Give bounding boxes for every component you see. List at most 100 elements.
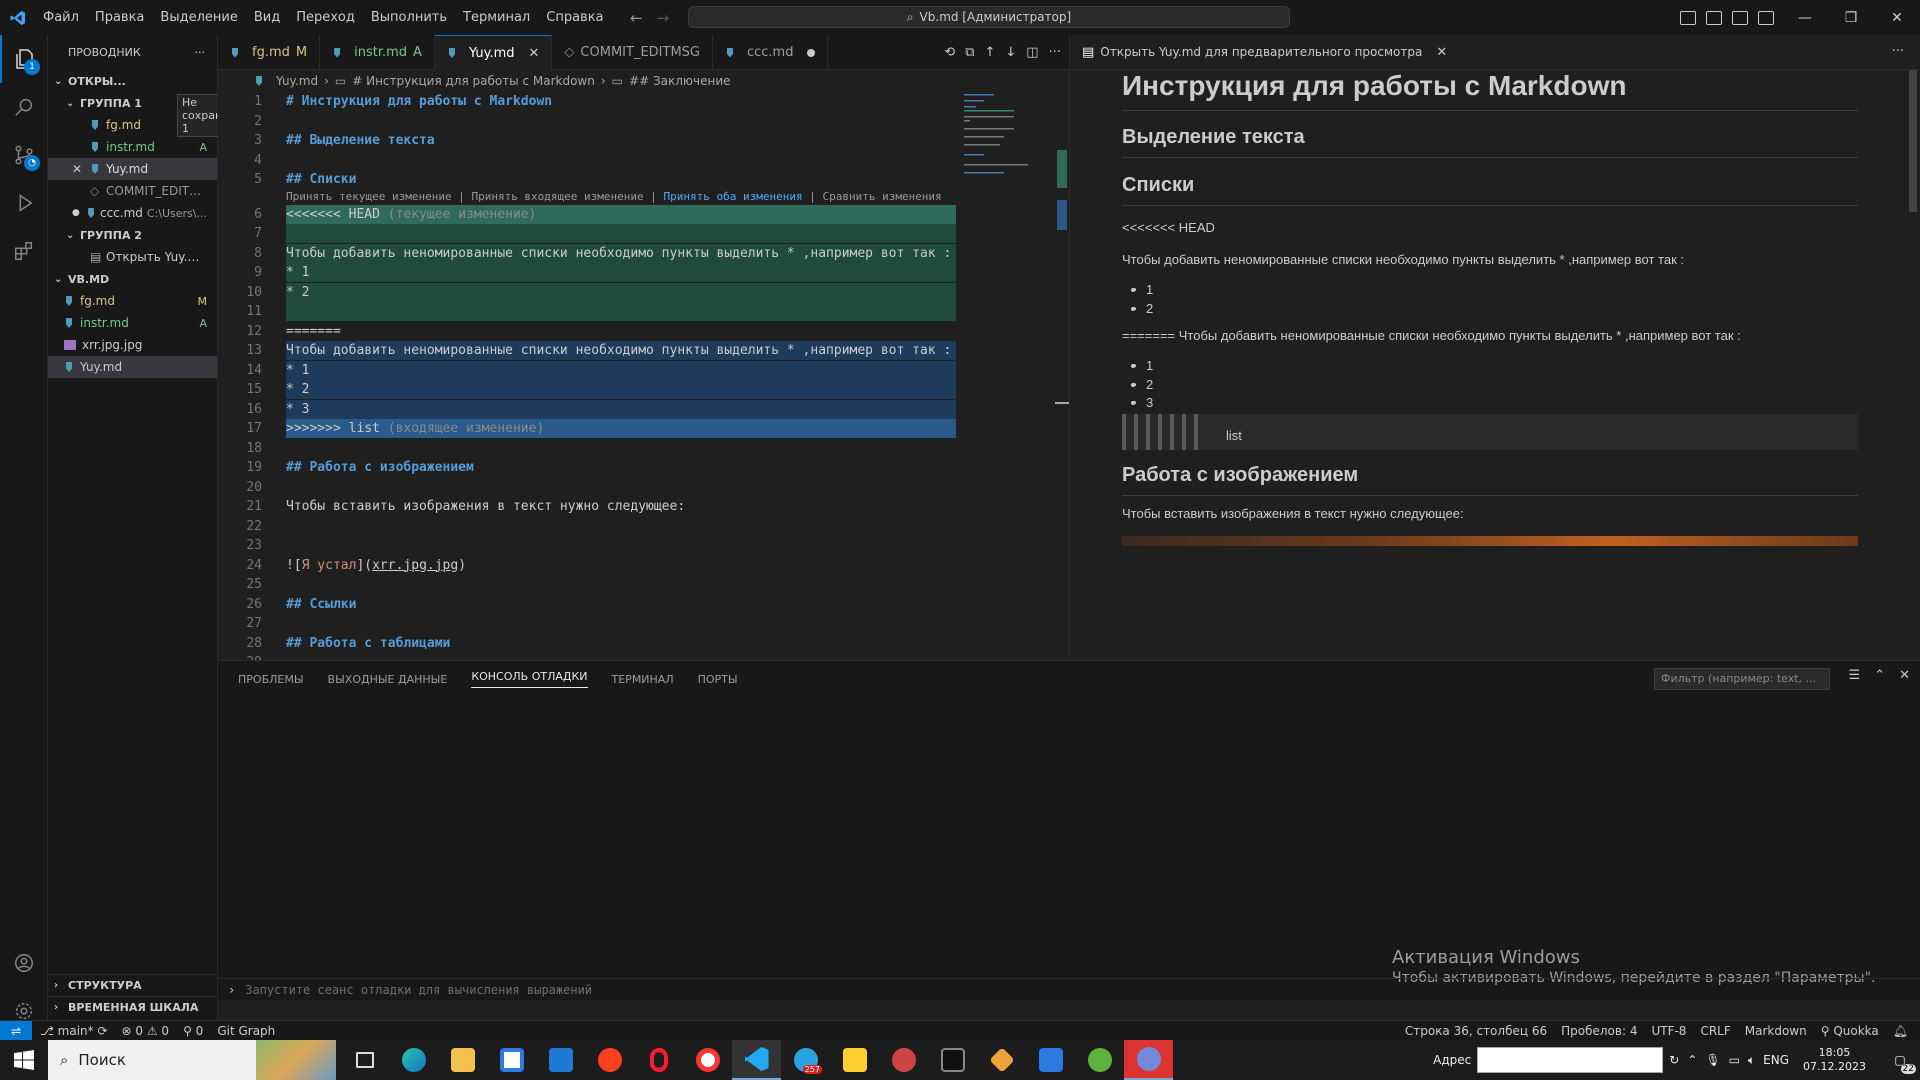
miro-icon[interactable] bbox=[830, 1040, 879, 1080]
utorrent-icon[interactable] bbox=[1075, 1040, 1124, 1080]
file-tree-item[interactable]: Yuy.md bbox=[48, 356, 217, 378]
breadcrumb-h2[interactable]: ## Заключение bbox=[629, 74, 731, 88]
indentation[interactable]: Пробелов: 4 bbox=[1561, 1024, 1637, 1038]
close-panel-icon[interactable]: ✕ bbox=[1899, 668, 1910, 683]
store-icon[interactable] bbox=[487, 1040, 536, 1080]
app-icon[interactable] bbox=[879, 1040, 928, 1080]
toggle-secondary-sidebar-icon[interactable] bbox=[1732, 10, 1748, 25]
menu-help[interactable]: Справка bbox=[538, 0, 611, 35]
menu-file[interactable]: Файл bbox=[35, 0, 87, 35]
tab-output[interactable]: ВЫХОДНЫЕ ДАННЫЕ bbox=[328, 673, 448, 686]
file-tree-item[interactable]: fg.md M bbox=[48, 290, 217, 312]
customize-layout-icon[interactable] bbox=[1758, 10, 1774, 25]
run-debug-icon[interactable] bbox=[0, 179, 48, 227]
terminal-icon[interactable] bbox=[928, 1040, 977, 1080]
close-window-icon[interactable]: ✕ bbox=[1874, 0, 1920, 35]
search-view-icon[interactable] bbox=[0, 83, 48, 131]
codelens-accept-both[interactable]: Принять оба изменения bbox=[664, 190, 803, 203]
forward-arrow-icon[interactable]: → bbox=[657, 9, 670, 27]
open-editor-item[interactable]: instr.md A bbox=[48, 136, 217, 158]
close-tab-icon[interactable]: ✕ bbox=[529, 46, 540, 61]
markdown-preview[interactable]: Инструкция для работы с Markdown Выделен… bbox=[1069, 70, 1920, 660]
toggle-panel-icon[interactable] bbox=[1706, 10, 1722, 25]
more-actions-icon[interactable]: ··· bbox=[195, 46, 206, 59]
bell-icon[interactable]: 🔔︎ bbox=[1893, 1024, 1908, 1038]
maximize-panel-icon[interactable]: ⌃ bbox=[1874, 668, 1885, 683]
discord-icon[interactable] bbox=[1124, 1040, 1173, 1080]
clear-console-icon[interactable]: ☰ bbox=[1849, 668, 1861, 683]
breadcrumb-file[interactable]: Yuy.md bbox=[276, 74, 318, 88]
source-control-icon[interactable]: ◔ bbox=[0, 131, 48, 179]
open-editor-item[interactable]: ◇ COMMIT_EDITM... bbox=[48, 180, 217, 202]
tab-fg-md[interactable]: fg.md M bbox=[218, 35, 321, 70]
network-icon[interactable]: ▭ bbox=[1729, 1053, 1740, 1067]
menu-go[interactable]: Переход bbox=[288, 0, 363, 35]
task-view-icon[interactable] bbox=[340, 1040, 389, 1080]
volume-icon[interactable]: 🔈︎ bbox=[1748, 1053, 1755, 1068]
git-icon[interactable] bbox=[977, 1040, 1026, 1080]
close-editor-icon[interactable]: ✕ bbox=[72, 162, 90, 176]
tab-ccc-md[interactable]: ccc.md bbox=[713, 35, 829, 70]
unsaved-dot-icon[interactable] bbox=[807, 48, 816, 57]
microphone-icon[interactable]: 🎙︎ bbox=[1705, 1053, 1720, 1067]
tab-commit-editmsg[interactable]: ◇ COMMIT_EDITMSG bbox=[552, 35, 713, 70]
language-indicator[interactable]: ENG bbox=[1763, 1053, 1789, 1067]
yandex-icon[interactable] bbox=[585, 1040, 634, 1080]
tab-problems[interactable]: ПРОБЛЕМЫ bbox=[238, 673, 304, 686]
open-editor-item[interactable]: ● ccc.md C:\Users\... bbox=[48, 202, 217, 224]
language-mode[interactable]: Markdown bbox=[1745, 1024, 1807, 1038]
file-tree-item[interactable]: instr.md A bbox=[48, 312, 217, 334]
ports-status[interactable]: ⚲ 0 bbox=[183, 1024, 203, 1038]
codelens-accept-current[interactable]: Принять текущее изменение bbox=[286, 190, 452, 203]
tab-yuy-md[interactable]: Yuy.md ✕ bbox=[434, 35, 553, 70]
editor-scrollbar[interactable] bbox=[1055, 92, 1069, 660]
next-conflict-icon[interactable]: ↓ bbox=[1005, 45, 1016, 60]
quokka-status[interactable]: ⚲ Quokka bbox=[1821, 1024, 1879, 1038]
timeline-history-icon[interactable]: ⟲ bbox=[944, 45, 955, 60]
windows-start-icon[interactable] bbox=[0, 1040, 48, 1080]
menu-view[interactable]: Вид bbox=[246, 0, 288, 35]
split-editor-icon[interactable]: ◫ bbox=[1026, 45, 1038, 60]
debug-repl-input[interactable]: › Запустите сеанс отладки для вычисления… bbox=[218, 978, 1920, 1000]
refresh-icon[interactable]: ↻ bbox=[1669, 1053, 1679, 1067]
open-editor-item[interactable]: ▤ Открыть Yuy.m... bbox=[48, 246, 217, 268]
git-graph-button[interactable]: Git Graph bbox=[217, 1024, 275, 1038]
address-input[interactable] bbox=[1477, 1047, 1664, 1073]
explorer-icon[interactable]: 1 bbox=[0, 35, 48, 83]
mail-icon[interactable] bbox=[536, 1040, 585, 1080]
telegram-icon[interactable]: 257 bbox=[781, 1040, 830, 1080]
taskbar-search[interactable]: ⌕ Поиск bbox=[48, 1040, 336, 1080]
more-actions-icon[interactable]: ··· bbox=[1049, 45, 1061, 60]
back-arrow-icon[interactable]: ← bbox=[630, 9, 643, 27]
chevron-up-icon[interactable]: ⌃ bbox=[1687, 1053, 1697, 1067]
edge-icon[interactable] bbox=[389, 1040, 438, 1080]
yandex-browser-icon[interactable] bbox=[683, 1040, 732, 1080]
previous-conflict-icon[interactable]: ↑ bbox=[984, 45, 995, 60]
eol[interactable]: CRLF bbox=[1700, 1024, 1730, 1038]
extensions-icon[interactable] bbox=[0, 227, 48, 275]
tab-debug-console[interactable]: КОНСОЛЬ ОТЛАДКИ bbox=[471, 670, 588, 688]
clock[interactable]: 18:05 07.12.2023 bbox=[1797, 1046, 1872, 1074]
shield-icon[interactable] bbox=[1026, 1040, 1075, 1080]
cursor-position[interactable]: Строка 36, столбец 66 bbox=[1405, 1024, 1547, 1038]
breadcrumb-h1[interactable]: # Инструкция для работы с Markdown bbox=[352, 74, 595, 88]
timeline-section[interactable]: › ВРЕМЕННАЯ ШКАЛА bbox=[48, 996, 218, 1018]
opera-icon[interactable] bbox=[634, 1040, 683, 1080]
menu-terminal[interactable]: Терминал bbox=[455, 0, 538, 35]
debug-filter-input[interactable]: Фильтр (например: text, ... bbox=[1654, 668, 1830, 690]
problems-status[interactable]: ⊗ 0 ⚠ 0 bbox=[122, 1024, 170, 1038]
code-editor[interactable]: 1 # Инструкция для работы с Markdown 2 3 ## … bbox=[218, 92, 1069, 660]
account-icon[interactable] bbox=[0, 939, 48, 987]
toggle-primary-sidebar-icon[interactable] bbox=[1680, 10, 1696, 25]
more-actions-icon[interactable]: ··· bbox=[1892, 44, 1904, 59]
open-editor-item[interactable]: ✕ Yuy.md bbox=[48, 158, 217, 180]
close-tab-icon[interactable]: ✕ bbox=[1436, 45, 1447, 60]
outline-section[interactable]: › СТРУКТУРА bbox=[48, 974, 218, 996]
tab-instr-md[interactable]: instr.md A bbox=[320, 35, 435, 70]
notifications-icon[interactable]: ▢ 22 bbox=[1880, 1040, 1920, 1080]
vscode-taskbar-icon[interactable] bbox=[732, 1040, 781, 1080]
folder-section[interactable]: ⌄ VB.MD bbox=[48, 268, 217, 290]
codelens-accept-incoming[interactable]: Принять входящее изменение bbox=[471, 190, 643, 203]
remote-icon[interactable]: ⇌ bbox=[0, 1020, 32, 1041]
minimap[interactable] bbox=[964, 92, 1034, 192]
